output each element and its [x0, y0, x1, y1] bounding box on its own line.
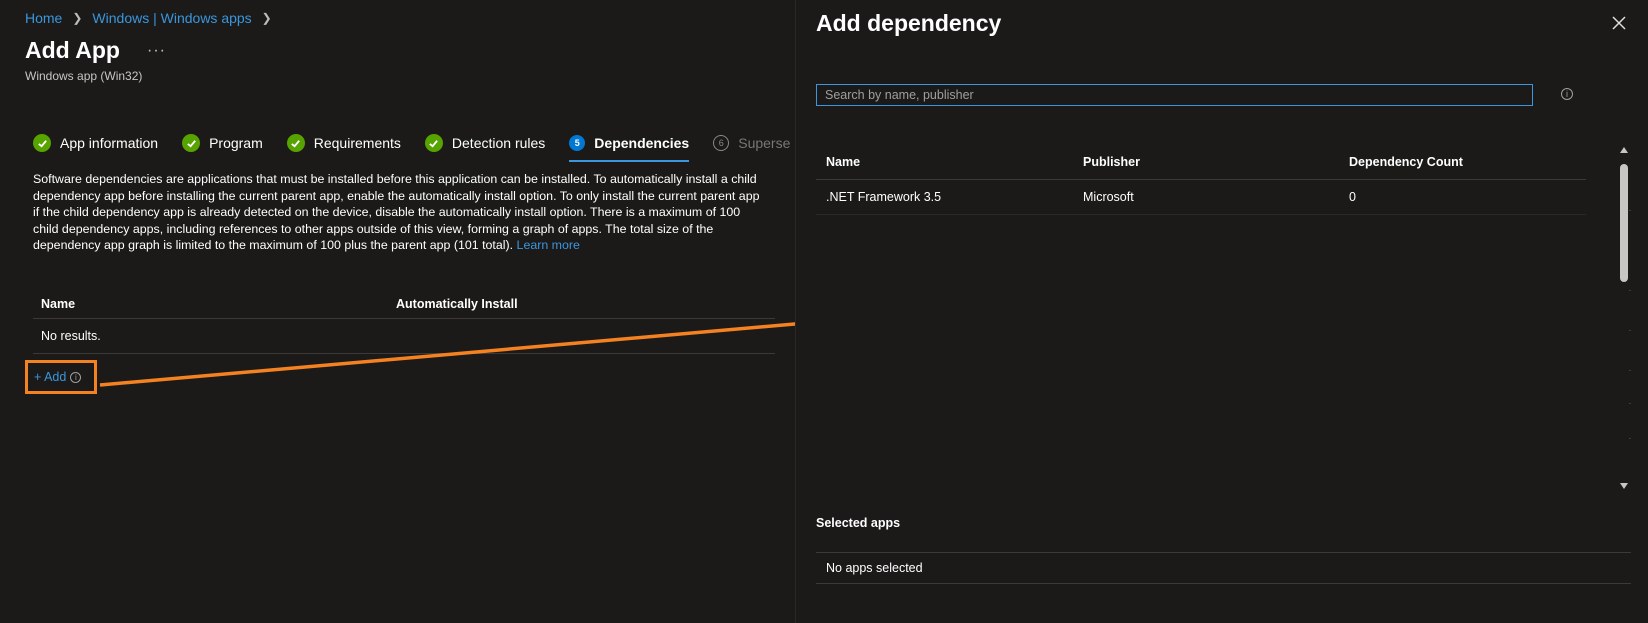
add-dependency-button[interactable]: + Add i	[25, 360, 97, 394]
scroll-up-icon[interactable]	[1620, 147, 1628, 153]
checkmark-icon	[424, 134, 443, 152]
info-icon[interactable]: i	[70, 371, 82, 383]
page-subtitle: Windows app (Win32)	[25, 69, 143, 83]
close-icon[interactable]	[1610, 14, 1628, 32]
chevron-right-icon: ❯	[72, 11, 83, 25]
checkmark-icon	[182, 134, 201, 152]
chevron-right-icon: ❯	[261, 11, 272, 25]
cell-dependency-count: 0	[1349, 190, 1356, 204]
more-options-icon[interactable]: ···	[147, 42, 166, 60]
checkmark-icon	[286, 134, 305, 152]
description-text: Software dependencies are applications t…	[33, 172, 760, 252]
step-label: Detection rules	[451, 135, 546, 151]
row-divider-tick	[1629, 438, 1631, 439]
selected-apps-empty: No apps selected	[816, 552, 1631, 584]
search-input[interactable]	[816, 84, 1533, 106]
wizard-steps: App information Program Requirements Det…	[33, 131, 814, 162]
row-divider-tick	[1629, 290, 1631, 291]
step-label: Requirements	[313, 135, 401, 151]
scroll-thumb[interactable]	[1620, 164, 1628, 282]
selected-apps-heading: Selected apps	[816, 516, 901, 530]
checkmark-icon	[33, 134, 51, 152]
grid-header: Name Publisher Dependency Count	[816, 145, 1586, 180]
column-header-publisher[interactable]: Publisher	[1083, 155, 1349, 169]
add-app-blade: Home ❯ Windows | Windows apps ❯ Add App …	[0, 0, 795, 623]
tab-program[interactable]: Program	[182, 131, 263, 155]
apps-grid: Name Publisher Dependency Count .NET Fra…	[816, 145, 1586, 215]
cell-name: .NET Framework 3.5	[826, 190, 942, 204]
tab-requirements[interactable]: Requirements	[286, 131, 401, 155]
dependencies-table: Name Automatically Install No results.	[33, 290, 775, 354]
column-header-name[interactable]: Name	[816, 155, 1083, 169]
dependencies-description: Software dependencies are applications t…	[33, 171, 768, 254]
learn-more-link[interactable]: Learn more	[517, 238, 580, 252]
add-dependency-panel: Add dependency i Name Publisher Dependen…	[795, 0, 1648, 623]
step-label: Dependencies	[594, 135, 690, 151]
cell-publisher: Microsoft	[1083, 190, 1134, 204]
scroll-down-icon[interactable]	[1620, 483, 1628, 489]
step-label: Program	[209, 135, 263, 151]
vertical-scrollbar[interactable]	[1617, 143, 1631, 493]
row-divider-tick	[1629, 210, 1631, 211]
table-header: Name Automatically Install	[33, 290, 775, 319]
page-title: Add App	[25, 37, 120, 63]
breadcrumb: Home ❯ Windows | Windows apps ❯	[25, 10, 276, 26]
empty-row: No results.	[33, 319, 775, 354]
table-row[interactable]: .NET Framework 3.5 Microsoft 0	[816, 180, 1586, 215]
breadcrumb-home[interactable]: Home	[25, 10, 62, 26]
column-header-dependency-count[interactable]: Dependency Count	[1349, 155, 1586, 169]
step-label: App information	[60, 135, 159, 151]
tab-supersedence[interactable]: 6 Superse	[713, 131, 790, 155]
info-icon[interactable]: i	[1561, 88, 1573, 100]
column-header-name[interactable]: Name	[33, 297, 396, 311]
tab-app-information[interactable]: App information	[33, 131, 158, 155]
row-divider-tick	[1629, 370, 1631, 371]
tab-detection-rules[interactable]: Detection rules	[424, 131, 546, 155]
row-divider-tick	[1629, 330, 1631, 331]
breadcrumb-windows-apps[interactable]: Windows | Windows apps	[92, 10, 251, 26]
add-label: + Add	[34, 370, 67, 384]
step-number-badge: 6	[713, 135, 730, 151]
tab-dependencies[interactable]: 5 Dependencies	[569, 131, 690, 162]
panel-title: Add dependency	[816, 10, 1002, 36]
row-divider-tick	[1629, 403, 1631, 404]
step-number-badge: 5	[569, 135, 586, 151]
column-header-automatically-install[interactable]: Automatically Install	[396, 297, 518, 311]
step-label: Superse	[738, 135, 791, 151]
